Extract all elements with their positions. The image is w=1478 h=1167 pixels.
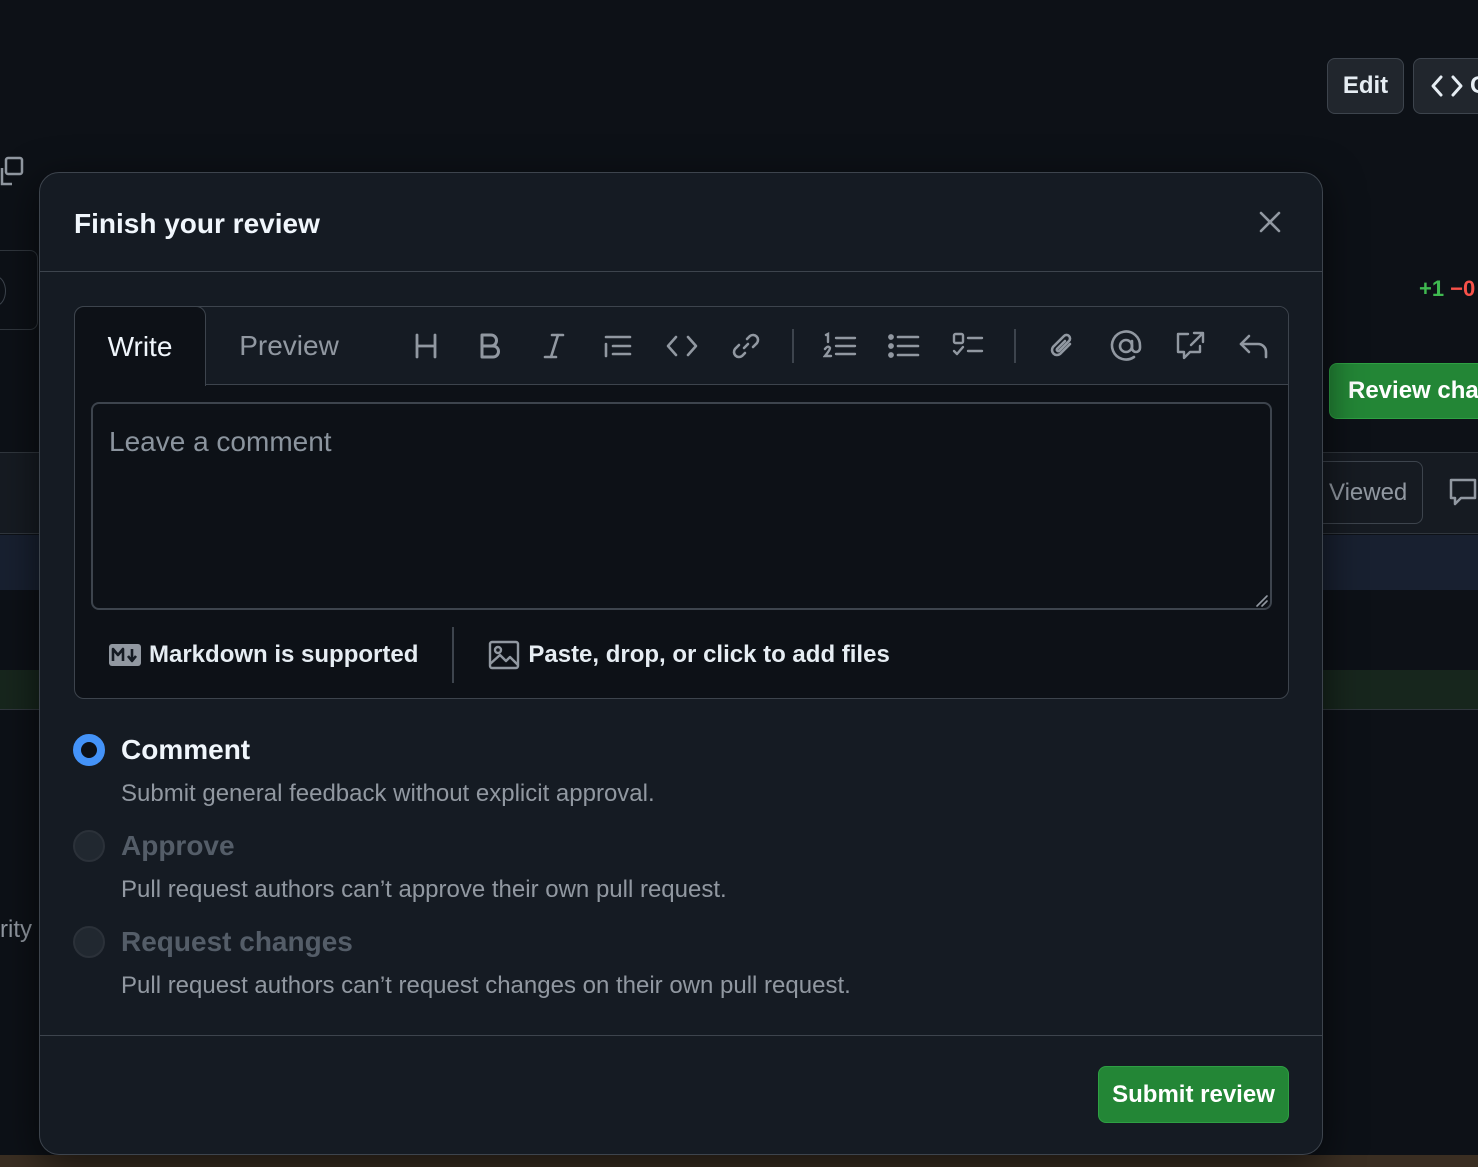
toolbar-divider [792, 328, 794, 363]
bold-button[interactable] [458, 321, 522, 371]
heading-button[interactable] [394, 321, 458, 371]
dialog-title: Finish your review [74, 208, 320, 239]
markdown-icon [109, 644, 141, 666]
edit-button[interactable]: Edit [1327, 58, 1404, 114]
quote-button[interactable] [586, 321, 650, 371]
code-icon [666, 333, 698, 359]
option-approve: Approve Pull request authors can’t appro… [73, 830, 727, 904]
image-icon [488, 640, 520, 670]
review-changes-button[interactable]: Review chan [1329, 363, 1478, 419]
viewed-label: Viewed [1329, 478, 1408, 506]
diff-added-count: +1 [1419, 276, 1445, 301]
link-icon [731, 331, 761, 361]
heading-icon [413, 332, 439, 360]
viewed-toggle[interactable]: Viewed [1316, 461, 1423, 524]
tab-preview[interactable]: Preview [206, 307, 372, 384]
dialog-footer-divider [40, 1035, 1322, 1036]
request-changes-option-description: Pull request authors can’t request chang… [121, 972, 851, 999]
option-comment: Comment Submit general feedback without … [73, 734, 655, 808]
copy-icon[interactable] [0, 154, 26, 190]
add-files-button[interactable]: Paste, drop, or click to add files [488, 640, 890, 670]
add-files-label: Paste, drop, or click to add files [528, 641, 890, 668]
toolbar-divider [1014, 328, 1016, 363]
reply-icon [1238, 332, 1270, 360]
request-changes-radio [73, 926, 105, 958]
mention-icon [1109, 329, 1143, 363]
italic-button[interactable] [522, 321, 586, 371]
comment-editor: Write Preview Leave a comment Markdown i… [74, 306, 1289, 699]
editor-footer: Markdown is supported Paste, drop, or cl… [75, 625, 1288, 685]
edit-button-label: Edit [1342, 72, 1389, 99]
finish-review-dialog: Finish your review Write Preview Leave a… [39, 172, 1323, 1155]
approve-option-label: Approve [121, 830, 235, 861]
diff-removed-count: −0 [1450, 276, 1476, 301]
unordered-list-icon [888, 333, 920, 359]
task-list-button[interactable] [936, 321, 1000, 371]
task-list-icon [952, 332, 984, 360]
footer-divider [452, 627, 455, 683]
submit-review-button[interactable]: Submit review [1098, 1066, 1289, 1123]
italic-icon [542, 332, 566, 360]
comment-radio[interactable] [73, 734, 105, 766]
ordered-list-icon [823, 331, 857, 360]
close-button[interactable] [1250, 202, 1290, 242]
request-changes-option-label: Request changes [121, 926, 353, 957]
bold-icon [478, 332, 502, 360]
link-button[interactable] [714, 321, 778, 371]
formatting-tools [394, 307, 1286, 384]
quote-icon [603, 332, 633, 360]
resize-handle[interactable] [1255, 594, 1269, 608]
paperclip-icon [1048, 331, 1076, 361]
cross-reference-button[interactable] [1158, 321, 1222, 371]
markdown-note-label: Markdown is supported [149, 641, 419, 668]
code-button[interactable]: C [1413, 58, 1478, 114]
attach-file-button[interactable] [1030, 321, 1094, 371]
dialog-header: Finish your review [40, 173, 1322, 272]
reply-button[interactable] [1222, 321, 1286, 371]
review-changes-label: Review chan [1348, 377, 1478, 404]
comment-icon[interactable] [1447, 476, 1478, 510]
diff-stats: +1 −0 [1419, 276, 1475, 302]
editor-toolbar: Write Preview [74, 306, 1288, 386]
ordered-list-button[interactable] [808, 321, 872, 371]
background-sidebar-text: rity [0, 916, 32, 943]
option-request-changes: Request changes Pull request authors can… [73, 926, 851, 1000]
code-format-button[interactable] [650, 321, 714, 371]
x-icon [1259, 211, 1281, 233]
cross-reference-icon [1174, 330, 1206, 362]
comment-option-label[interactable]: Comment [121, 734, 250, 766]
background-bottom-bar [0, 1155, 1478, 1167]
approve-radio [73, 830, 105, 862]
tab-write[interactable]: Write [74, 306, 206, 386]
mention-button[interactable] [1094, 321, 1158, 371]
comment-textarea[interactable] [91, 402, 1272, 610]
comment-option-description: Submit general feedback without explicit… [121, 780, 655, 807]
code-icon [1430, 73, 1464, 99]
unordered-list-button[interactable] [872, 321, 936, 371]
code-button-label: C [1470, 72, 1478, 100]
markdown-note[interactable]: Markdown is supported [109, 641, 418, 669]
approve-option-description: Pull request authors can’t approve their… [121, 876, 727, 903]
